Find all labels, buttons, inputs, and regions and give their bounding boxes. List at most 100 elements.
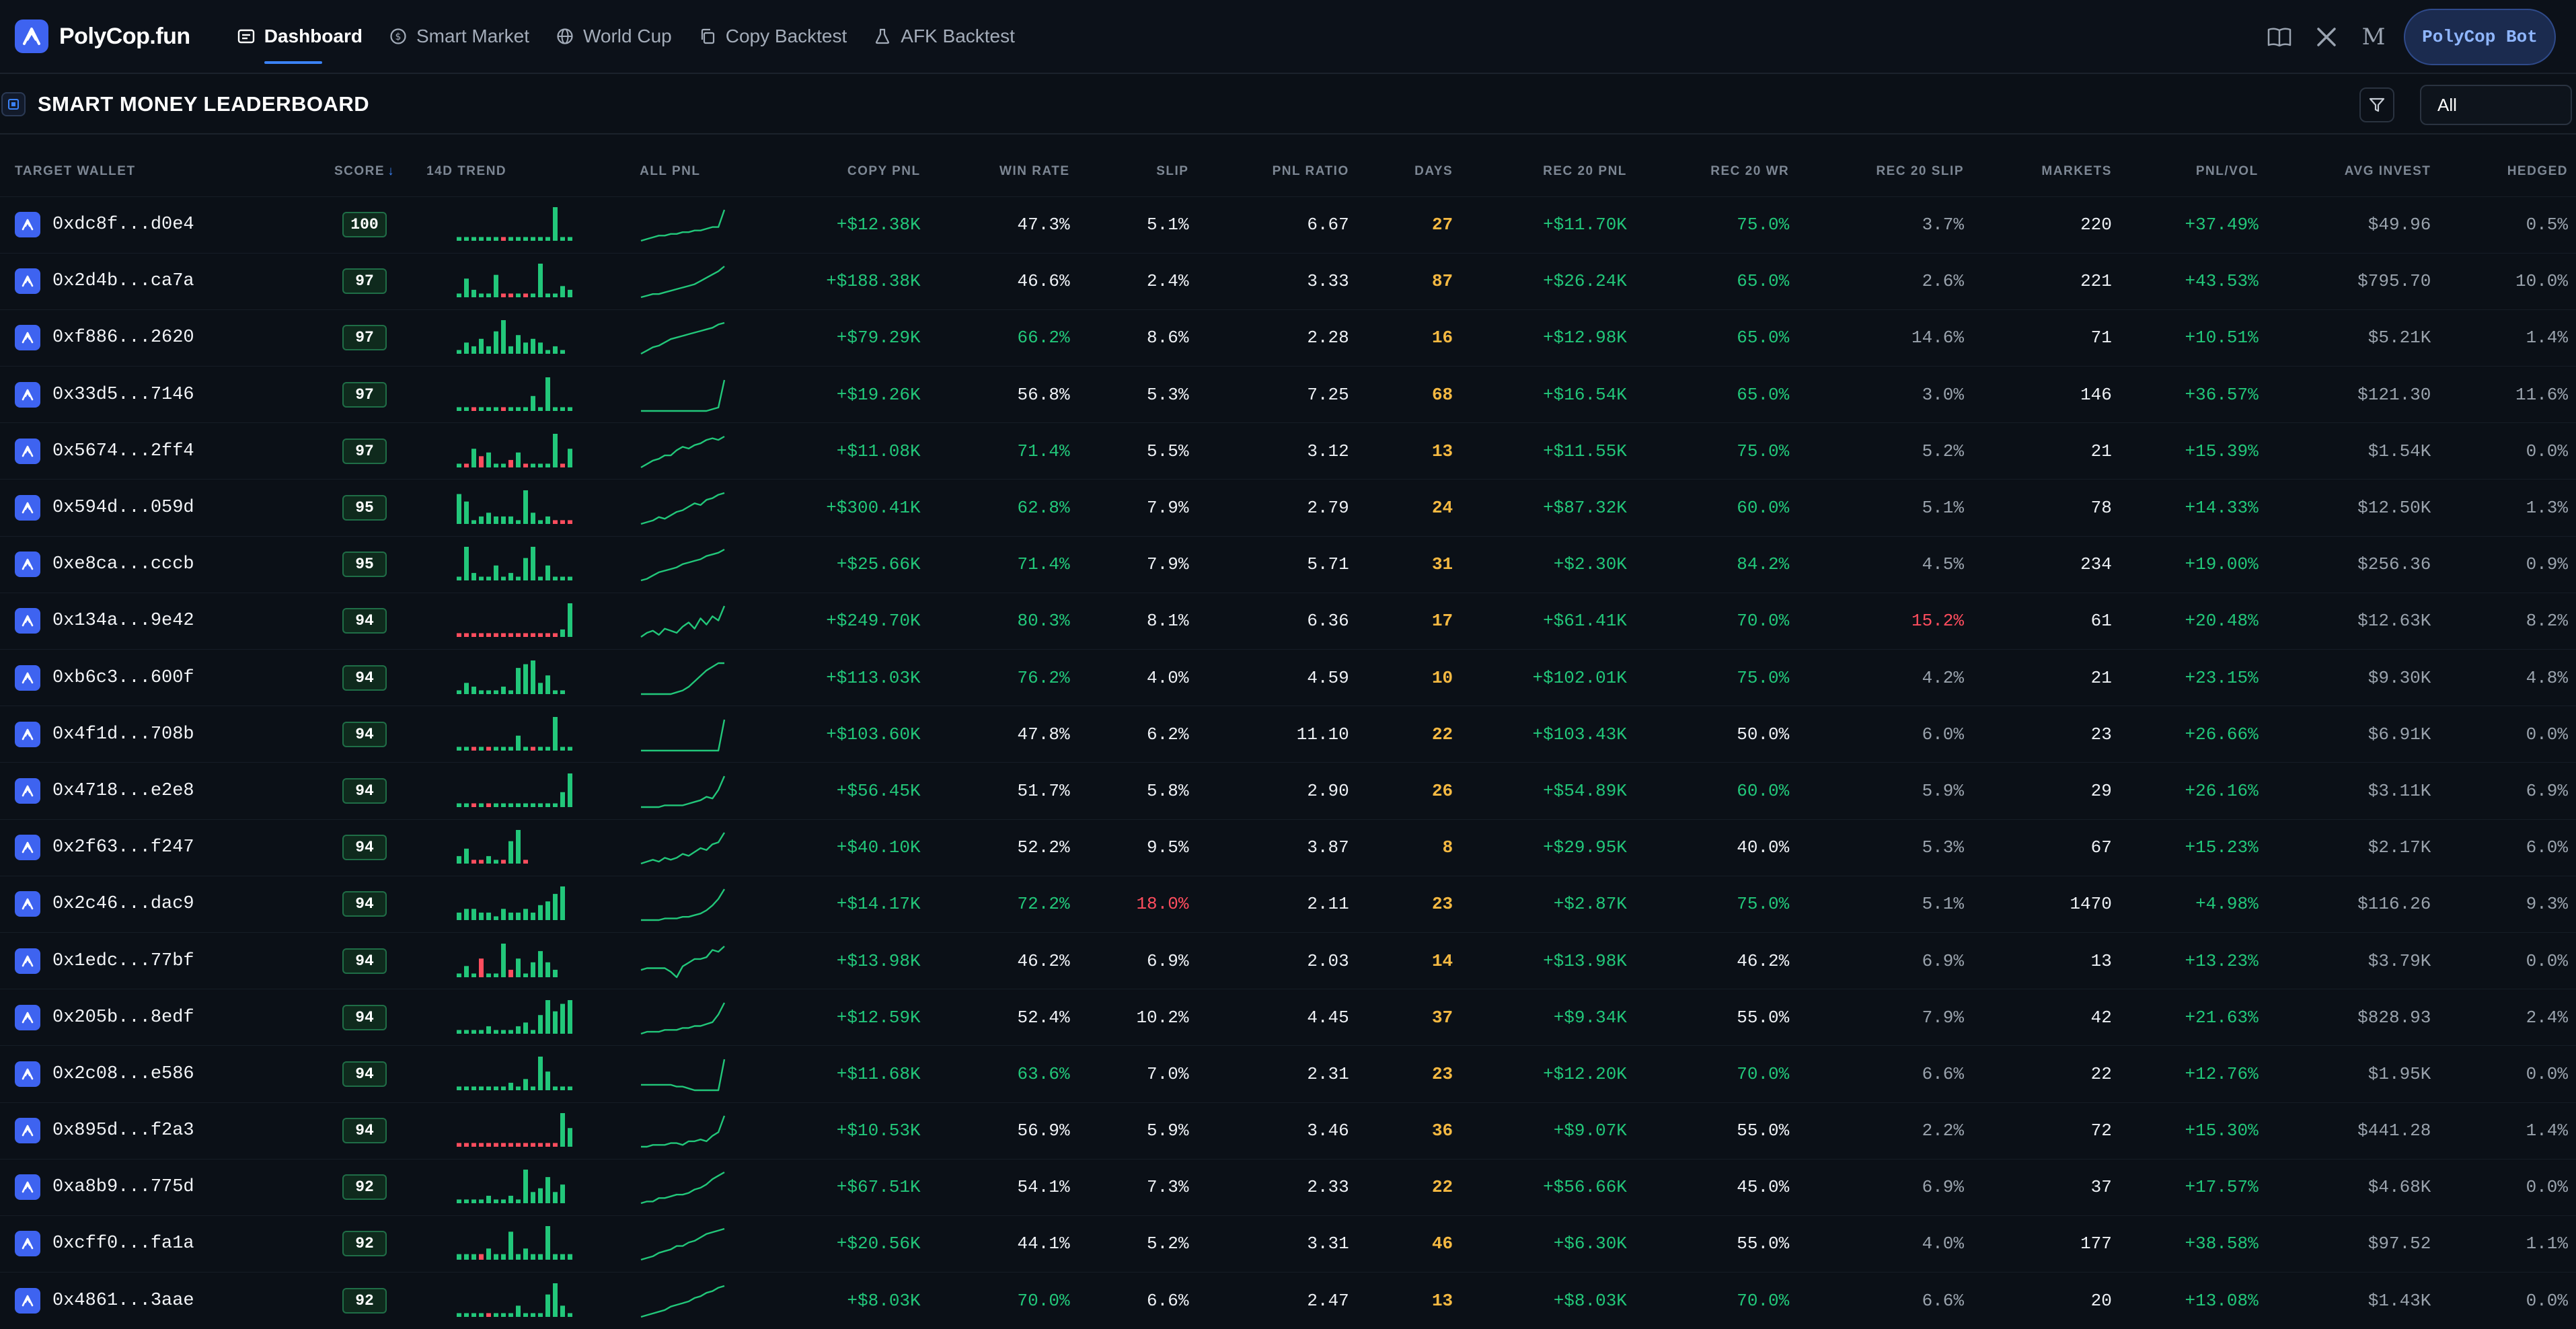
wallet-address[interactable]: 0xdc8f...d0e4 [52,215,194,235]
table-row[interactable]: 0x594d...059d 95 +$300.41K 62.8% 7.9% 2.79 24 +… [0,479,2576,537]
wallet-cell[interactable]: 0x2c46...dac9 [0,875,303,933]
wallet-address[interactable]: 0x4861...3aae [52,1291,194,1311]
column-header-pnl-ratio[interactable]: PNL RATIO [1197,147,1357,196]
table-row[interactable]: 0xdc8f...d0e4 100 +$12.38K 47.3% 5.1% 6.67 27 +… [0,196,2576,254]
trend-bar [516,1086,521,1090]
column-header-copy-pnl[interactable]: COPY PNL [784,147,929,196]
column-header-14d-trend[interactable]: 14D TREND [426,147,640,196]
table-row[interactable]: 0x895d...f2a3 94 +$10.53K 56.9% 5.9% 3.46 36 +$… [0,1102,2576,1160]
wallet-address[interactable]: 0x205b...8edf [52,1008,194,1028]
wallet-address[interactable]: 0x594d...059d [52,498,194,518]
wallet-address[interactable]: 0xb6c3...600f [52,668,194,688]
brand[interactable]: PolyCop.fun [15,20,190,53]
table-row[interactable]: 0xf886...2620 97 +$79.29K 66.2% 8.6% 2.28 16 +$… [0,309,2576,367]
wallet-cell[interactable]: 0xe8ca...cccb [0,535,303,593]
wallet-address[interactable]: 0xcff0...fa1a [52,1233,194,1254]
rec20-pnl-cell: +$103.43K [1461,706,1635,763]
table-row[interactable]: 0x5674...2ff4 97 +$11.08K 71.4% 5.5% 3.12 13 +$… [0,422,2576,480]
column-header-markets[interactable]: MARKETS [1972,147,2120,196]
wallet-address[interactable]: 0x2c08...e586 [52,1064,194,1084]
table-row[interactable]: 0x205b...8edf 94 +$12.59K 52.4% 10.2% 4.45 37 +… [0,989,2576,1046]
table-row[interactable]: 0xcff0...fa1a 92 +$20.56K 44.1% 5.2% 3.31 46 +$… [0,1215,2576,1273]
table-row[interactable]: 0x33d5...7146 97 +$19.26K 56.8% 5.3% 7.25 68 +$… [0,366,2576,423]
column-header-rec-20-slip[interactable]: REC 20 SLIP [1797,147,1972,196]
wallet-cell[interactable]: 0x2d4b...ca7a [0,252,303,310]
wallet-cell[interactable]: 0x895d...f2a3 [0,1102,303,1160]
wallet-cell[interactable]: 0x1edc...77bf [0,932,303,989]
x-twitter-icon[interactable] [2310,20,2343,54]
column-header-target-wallet[interactable]: TARGET WALLET [0,147,303,196]
wallet-address[interactable]: 0x4f1d...708b [52,724,194,745]
wallet-cell[interactable]: 0x2c08...e586 [0,1045,303,1102]
pnl-line [640,605,726,638]
wallet-address[interactable]: 0xf886...2620 [52,328,194,348]
table-row[interactable]: 0xe8ca...cccb 95 +$25.66K 71.4% 7.9% 5.71 31 +$… [0,535,2576,593]
avg-invest-cell: $121.30 [2266,366,2439,423]
wallet-cell[interactable]: 0x4861...3aae [0,1272,303,1329]
wallet-address[interactable]: 0x2d4b...ca7a [52,271,194,291]
table-row[interactable]: 0x4f1d...708b 94 +$103.60K 47.8% 6.2% 11.10 22… [0,706,2576,763]
wallet-address[interactable]: 0x895d...f2a3 [52,1121,194,1141]
wallet-cell[interactable]: 0x205b...8edf [0,989,303,1046]
table-row[interactable]: 0x2f63...f247 94 +$40.10K 52.2% 9.5% 3.87 8 +$2… [0,819,2576,876]
table-row[interactable]: 0xa8b9...775d 92 +$67.51K 54.1% 7.3% 2.33 22 +$… [0,1158,2576,1216]
wallet-cell[interactable]: 0x134a...9e42 [0,592,303,650]
wallet-address[interactable]: 0x2c46...dac9 [52,894,194,914]
wallet-cell[interactable]: 0xf886...2620 [0,309,303,367]
trend-bar [538,633,543,638]
wallet-address[interactable]: 0x33d5...7146 [52,385,194,405]
trend-cell [426,819,640,876]
wallet-cell[interactable]: 0x4f1d...708b [0,706,303,763]
wallet-address[interactable]: 0x2f63...f247 [52,837,194,858]
table-row[interactable]: 0x1edc...77bf 94 +$13.98K 46.2% 6.9% 2.03 14 +$… [0,932,2576,989]
wallet-cell[interactable]: 0xa8b9...775d [0,1158,303,1216]
column-header-days[interactable]: DAYS [1357,147,1461,196]
medium-icon[interactable]: M [2357,20,2390,54]
column-header-hedged[interactable]: HEDGED [2439,147,2576,196]
column-header-win-rate[interactable]: WIN RATE [929,147,1078,196]
wallet-cell[interactable]: 0xb6c3...600f [0,648,303,706]
nav-afk-backtest[interactable]: AFK Backtest [860,0,1028,73]
wallet-address[interactable]: 0xe8ca...cccb [52,554,194,574]
nav-world-cup[interactable]: World Cup [543,0,685,73]
table-row[interactable]: 0x134a...9e42 94 +$249.70K 80.3% 8.1% 6.36 17 +… [0,592,2576,650]
column-header-avg-invest[interactable]: AVG INVEST [2267,147,2439,196]
wallet-cell[interactable]: 0xdc8f...d0e4 [0,196,303,254]
table-row[interactable]: 0x4718...e2e8 94 +$56.45K 51.7% 5.8% 2.90 26 +$… [0,762,2576,820]
copy-pnl-cell: +$8.03K [784,1272,929,1329]
pnl-vol-cell: +26.66% [2119,706,2267,763]
column-header-rec-20-wr[interactable]: REC 20 WR [1635,147,1797,196]
pnl-vol-cell: +4.98% [2119,875,2267,933]
nav-copy-backtest[interactable]: Copy Backtest [685,0,861,73]
table-row[interactable]: 0xb6c3...600f 94 +$113.03K 76.2% 4.0% 4.59 10 +… [0,648,2576,706]
filter-button[interactable] [2359,87,2394,122]
wallet-address[interactable]: 0x1edc...77bf [52,951,194,971]
wallet-cell[interactable]: 0x33d5...7146 [0,366,303,423]
column-header-score[interactable]: SCORE ↓ [303,147,426,196]
rec20-wr-cell: 75.0% [1634,648,1798,706]
trend-bars [457,943,558,977]
column-header-pnl-vol[interactable]: PNL/VOL [2120,147,2267,196]
nav-smart-market[interactable]: $ Smart Market [376,0,543,73]
docs-book-icon[interactable] [2263,20,2296,54]
column-header-rec-20-pnl[interactable]: REC 20 PNL [1461,147,1635,196]
table-row[interactable]: 0x4861...3aae 92 +$8.03K 70.0% 6.6% 2.47 13 +$8… [0,1272,2576,1329]
wallet-address[interactable]: 0x134a...9e42 [52,611,194,631]
table-row[interactable]: 0x2c08...e586 94 +$11.68K 63.6% 7.0% 2.31 23 +$… [0,1045,2576,1102]
filter-select[interactable]: All [2420,85,2572,125]
polycop-bot-button[interactable]: PolyCop Bot [2404,9,2556,65]
wallet-address[interactable]: 0xa8b9...775d [52,1177,194,1197]
wallet-cell[interactable]: 0x2f63...f247 [0,819,303,876]
column-header-slip[interactable]: SLIP [1078,147,1197,196]
wallet-cell[interactable]: 0x4718...e2e8 [0,762,303,820]
wallet-address[interactable]: 0x5674...2ff4 [52,441,194,461]
wallet-cell[interactable]: 0xcff0...fa1a [0,1215,303,1273]
wallet-cell[interactable]: 0x5674...2ff4 [0,422,303,480]
table-row[interactable]: 0x2c46...dac9 94 +$14.17K 72.2% 18.0% 2.11 23 +… [0,875,2576,933]
table-row[interactable]: 0x2d4b...ca7a 97 +$188.38K 46.6% 2.4% 3.33 87 +… [0,252,2576,310]
wallet-avatar-icon [15,891,40,917]
nav-dashboard[interactable]: Dashboard [224,0,376,73]
wallet-address[interactable]: 0x4718...e2e8 [52,781,194,801]
wallet-cell[interactable]: 0x594d...059d [0,479,303,537]
column-header-all-pnl[interactable]: ALL PNL [640,147,784,196]
